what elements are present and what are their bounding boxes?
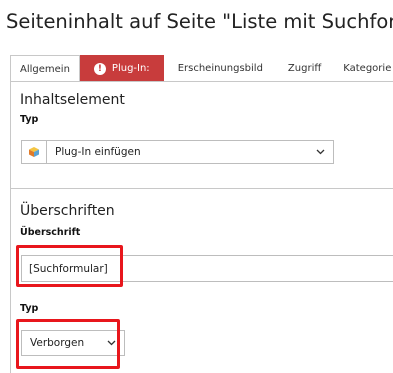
tab-plugin[interactable]: ! Plug-In:: [79, 55, 164, 81]
tab-erscheinungsbild[interactable]: Erscheinungsbild: [164, 55, 277, 81]
heading-input[interactable]: [Suchformular]: [21, 255, 393, 282]
tab-zugriff[interactable]: Zugriff: [277, 55, 332, 81]
tab-bar: Allgemein ! Plug-In: Erscheinungsbild Zu…: [10, 55, 393, 82]
tab-label: Plug-In:: [111, 63, 150, 74]
content-type-select[interactable]: Plug-In einfügen: [21, 140, 334, 164]
type-label: Typ: [20, 114, 39, 125]
section-title-headings: Überschriften: [20, 203, 115, 219]
select-value: Verborgen: [30, 337, 85, 349]
heading-type-select[interactable]: Verborgen: [21, 330, 125, 356]
chevron-down-icon: [107, 340, 116, 346]
chevron-down-icon: [316, 149, 325, 155]
section-divider: [11, 188, 393, 189]
error-icon: !: [93, 62, 106, 75]
tab-label: Allgemein: [20, 63, 70, 75]
page-title: Seiteninhalt auf Seite "Liste mit Suchfo…: [6, 10, 393, 33]
input-value: [Suchformular]: [29, 262, 108, 275]
tab-label: Zugriff: [287, 63, 322, 74]
form-panel: Inhaltselement Typ Plug-In einfügen Über…: [10, 82, 393, 373]
cube-icon: [22, 141, 47, 163]
tab-label: Erscheinungsbild: [177, 63, 263, 74]
tab-allgemein[interactable]: Allgemein: [10, 55, 80, 81]
heading-type-label: Typ: [20, 303, 39, 314]
tab-label: Kategorie: [343, 63, 392, 74]
heading-label: Überschrift: [20, 227, 81, 238]
section-title-content-element: Inhaltselement: [20, 92, 125, 108]
tab-kategorie[interactable]: Kategorie: [332, 55, 393, 81]
select-value: Plug-In einfügen: [55, 146, 141, 158]
